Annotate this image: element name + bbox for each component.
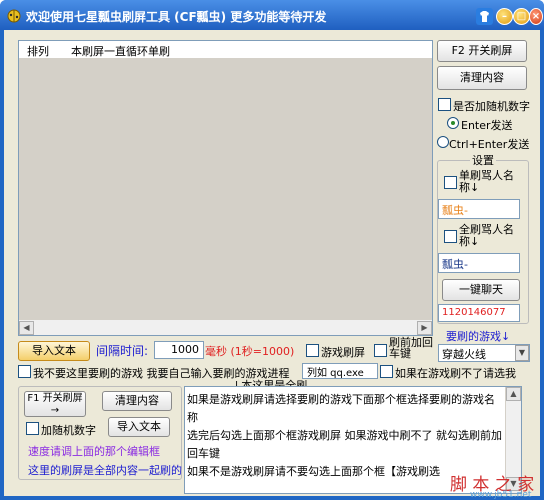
game-refresh-label: 游戏刷屏 [321, 346, 365, 359]
f2-toggle-button[interactable]: F2 开关刷屏 [437, 40, 527, 62]
refresh-list[interactable]: 排列 本刷屏一直循环单刷 ◀ ▶ [18, 40, 433, 336]
scroll-up-icon[interactable]: ▲ [506, 387, 521, 401]
enter-before-checkbox[interactable] [374, 344, 387, 357]
scroll-left-icon[interactable]: ◀ [19, 321, 34, 335]
game-no-work-label: 如果在游戏刷不了请选我 [395, 367, 516, 380]
clear-content-button[interactable]: 清理内容 [437, 66, 527, 90]
random-number-label: 是否加随机数字 [453, 100, 530, 113]
one-key-chat-button[interactable]: 一键聊天 [442, 279, 520, 301]
app-window: 欢迎使用七星瓢虫刷屏工具 (CF瓢虫) 更多功能等待开发 – □ × 排列 本刷… [0, 0, 544, 500]
single-name-input[interactable]: 瓢虫- [438, 199, 520, 219]
game-no-work-checkbox[interactable] [380, 365, 393, 378]
watermark-url: www.jb51.net [470, 490, 532, 500]
enter-before-label: 刷前加回车键 [389, 336, 433, 360]
interval-unit-label: 毫秒 (1秒=1000) [205, 345, 295, 358]
process-input[interactable]: 列如 qq.exe [302, 363, 378, 379]
close-icon[interactable]: × [529, 8, 543, 25]
list-header: 排列 本刷屏一直循环单刷 [19, 41, 432, 59]
game-select-label: 要刷的游戏↓ [446, 330, 511, 343]
bottom-random-label: 加随机数字 [41, 424, 96, 437]
qq-number-input[interactable]: 1120146077 [438, 304, 520, 322]
random-number-checkbox[interactable] [438, 98, 451, 111]
horizontal-scrollbar[interactable]: ◀ ▶ [19, 319, 432, 335]
enter-send-label: Enter发送 [461, 119, 513, 132]
ctrl-enter-send-radio[interactable] [437, 136, 449, 148]
content-hint: 这里的刷屏是全部内容一起刷的 [28, 464, 182, 477]
client-area: 排列 本刷屏一直循环单刷 ◀ ▶ F2 开关刷屏 清理内容 是否加随机数字 En… [4, 30, 540, 500]
interval-label: 间隔时间: [96, 344, 149, 358]
bottom-clear-button[interactable]: 清理内容 [102, 391, 172, 411]
maximize-icon[interactable]: □ [513, 8, 530, 25]
minimize-icon[interactable]: – [496, 8, 513, 25]
single-name-label: 单刷骂人名称↓ [459, 169, 514, 194]
ladybug-icon [7, 9, 21, 23]
settings-title: 设置 [470, 152, 496, 168]
f1-toggle-button[interactable]: F1 开关刷屏 → [24, 391, 86, 417]
import-text-button[interactable]: 导入文本 [18, 341, 90, 361]
skin-icon[interactable] [476, 8, 493, 25]
editor-text: 如果是游戏刷屏请选择要刷的游戏下面那个框选择要刷的游戏名称 选完后勾选上面那个框… [187, 393, 502, 478]
ctrl-enter-send-label: Ctrl+Enter发送 [449, 138, 530, 151]
all-name-input[interactable]: 瓢虫- [438, 253, 520, 273]
single-name-checkbox[interactable] [444, 176, 457, 189]
speed-hint: 速度请调上面的那个编辑框 [28, 445, 160, 458]
game-refresh-checkbox[interactable] [306, 344, 319, 357]
column-header-content[interactable]: 本刷屏一直循环单刷 [71, 43, 170, 59]
column-header-order[interactable]: 排列 [27, 43, 49, 59]
game-select-value: 穿越火线 [442, 348, 486, 361]
scroll-right-icon[interactable]: ▶ [417, 321, 432, 335]
title-bar[interactable]: 欢迎使用七星瓢虫刷屏工具 (CF瓢虫) 更多功能等待开发 – □ × [0, 0, 544, 30]
bottom-import-button[interactable]: 导入文本 [108, 417, 170, 437]
enter-send-radio[interactable] [447, 117, 459, 129]
all-name-checkbox[interactable] [444, 230, 457, 243]
chevron-down-icon[interactable]: ▼ [515, 345, 529, 361]
no-game-checkbox[interactable] [18, 365, 31, 378]
window-title: 欢迎使用七星瓢虫刷屏工具 (CF瓢虫) 更多功能等待开发 [26, 10, 327, 24]
interval-input[interactable]: 1000 [154, 341, 204, 359]
bottom-random-checkbox[interactable] [26, 422, 39, 435]
all-name-label: 全刷骂人名称↓ [459, 223, 514, 248]
